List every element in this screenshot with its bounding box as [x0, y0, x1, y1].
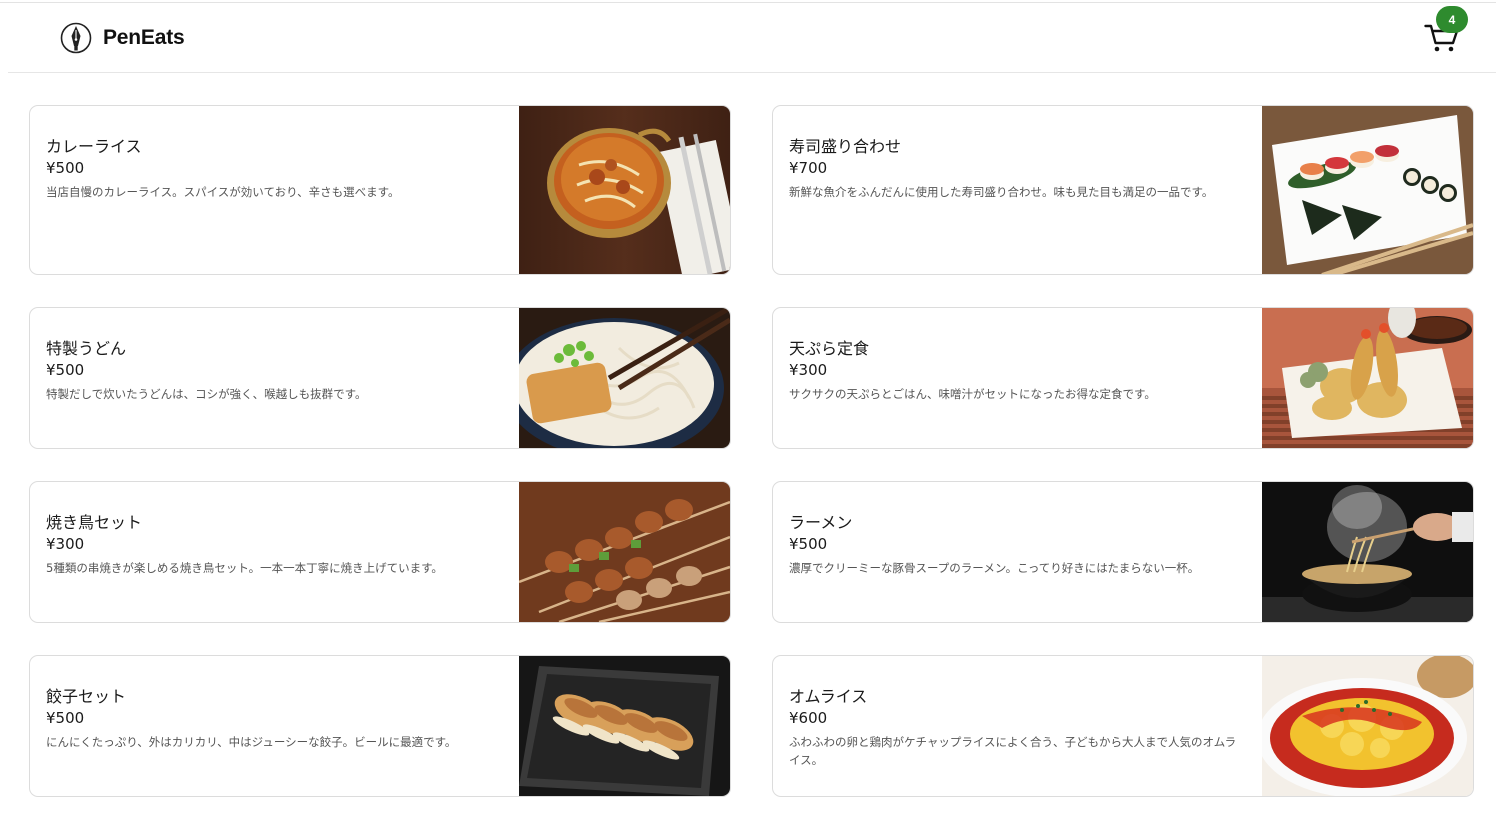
cart-count-badge: 4	[1436, 6, 1468, 33]
omurice-photo-illustration	[1262, 656, 1473, 796]
menu-item-name: 餃子セット	[46, 687, 127, 706]
menu-card[interactable]: オムライス ¥600 ふわふわの卵と鶏肉がケチャップライスによく合う、子どもから大人…	[772, 655, 1474, 797]
menu-item-price: ¥500	[789, 535, 828, 553]
ramen-photo	[1262, 482, 1473, 622]
curry-photo	[519, 106, 730, 274]
menu-item-price: ¥500	[46, 709, 85, 727]
yakitori-photo-illustration	[519, 482, 730, 622]
menu-item-price: ¥600	[789, 709, 828, 727]
omurice-photo	[1262, 656, 1473, 796]
menu-item-description: 濃厚でクリーミーな豚骨スープのラーメン。こってり好きにはたまらない一杯。	[789, 561, 1200, 575]
udon-photo-illustration	[519, 308, 730, 448]
brand[interactable]: PenEats	[60, 22, 185, 54]
menu-item-description: 新鮮な魚介をふんだんに使用した寿司盛り合わせ。味も見た目も満足の一品です。	[789, 185, 1214, 199]
tempura-photo	[1262, 308, 1473, 448]
pen-logo-icon	[60, 22, 92, 54]
menu-item-price: ¥500	[46, 361, 85, 379]
menu-item-description: にんにくたっぷり、外はカリカリ、中はジューシーな餃子。ビールに最適です。	[46, 735, 457, 749]
sushi-photo-illustration	[1262, 106, 1473, 274]
menu-item-price: ¥300	[789, 361, 828, 379]
menu-item-price: ¥500	[46, 159, 85, 177]
gyoza-photo	[519, 656, 730, 796]
menu-item-name: オムライス	[789, 687, 868, 706]
menu-item-price: ¥700	[789, 159, 828, 177]
menu-item-description: サクサクの天ぷらとごはん、味噌汁がセットになったお得な定食です。	[789, 387, 1156, 401]
sushi-photo	[1262, 106, 1473, 274]
tempura-photo-illustration	[1262, 308, 1473, 448]
menu-item-name: 天ぷら定食	[789, 339, 870, 358]
menu-item-name: ラーメン	[789, 513, 853, 532]
yakitori-photo	[519, 482, 730, 622]
menu-item-name: カレーライス	[46, 137, 142, 156]
menu-item-description: 当店自慢のカレーライス。スパイスが効いており、辛さも選べます。	[46, 185, 400, 199]
menu-card[interactable]: 天ぷら定食 ¥300 サクサクの天ぷらとごはん、味噌汁がセットになったお得な定食です…	[772, 307, 1474, 449]
brand-name: PenEats	[103, 26, 185, 49]
menu-item-name: 焼き鳥セット	[46, 513, 143, 532]
menu-card[interactable]: 特製うどん ¥500 特製だしで炊いたうどんは、コシが強く、喉越しも抜群です。	[29, 307, 731, 449]
curry-photo-illustration	[519, 106, 730, 274]
menu-item-description: ふわふわの卵と鶏肉がケチャップライスによく合う、子どもから大人まで人気のオムライ…	[789, 735, 1237, 767]
ramen-photo-illustration	[1262, 482, 1473, 622]
menu-card[interactable]: 餃子セット ¥500 にんにくたっぷり、外はカリカリ、中はジューシーな餃子。ビールに…	[29, 655, 731, 797]
menu-card[interactable]: 焼き鳥セット ¥300 5種類の串焼きが楽しめる焼き鳥セット。一本一本丁寧に焼き上げ…	[29, 481, 731, 623]
menu-item-price: ¥300	[46, 535, 85, 553]
menu-item-name: 特製うどん	[46, 339, 127, 358]
menu-card[interactable]: 寿司盛り合わせ ¥700 新鮮な魚介をふんだんに使用した寿司盛り合わせ。味も見た目も…	[772, 105, 1474, 275]
app-header: PenEats	[8, 3, 1496, 73]
menu-item-description: 特製だしで炊いたうどんは、コシが強く、喉越しも抜群です。	[46, 387, 367, 401]
menu-item-description: 5種類の串焼きが楽しめる焼き鳥セット。一本一本丁寧に焼き上げています。	[46, 561, 443, 575]
gyoza-photo-illustration	[519, 656, 730, 796]
menu-card[interactable]: カレーライス ¥500 当店自慢のカレーライス。スパイスが効いており、辛さも選べます…	[29, 105, 731, 275]
menu-item-name: 寿司盛り合わせ	[789, 137, 902, 156]
udon-photo	[519, 308, 730, 448]
menu-card[interactable]: ラーメン ¥500 濃厚でクリーミーな豚骨スープのラーメン。こってり好きにはたまらな…	[772, 481, 1474, 623]
